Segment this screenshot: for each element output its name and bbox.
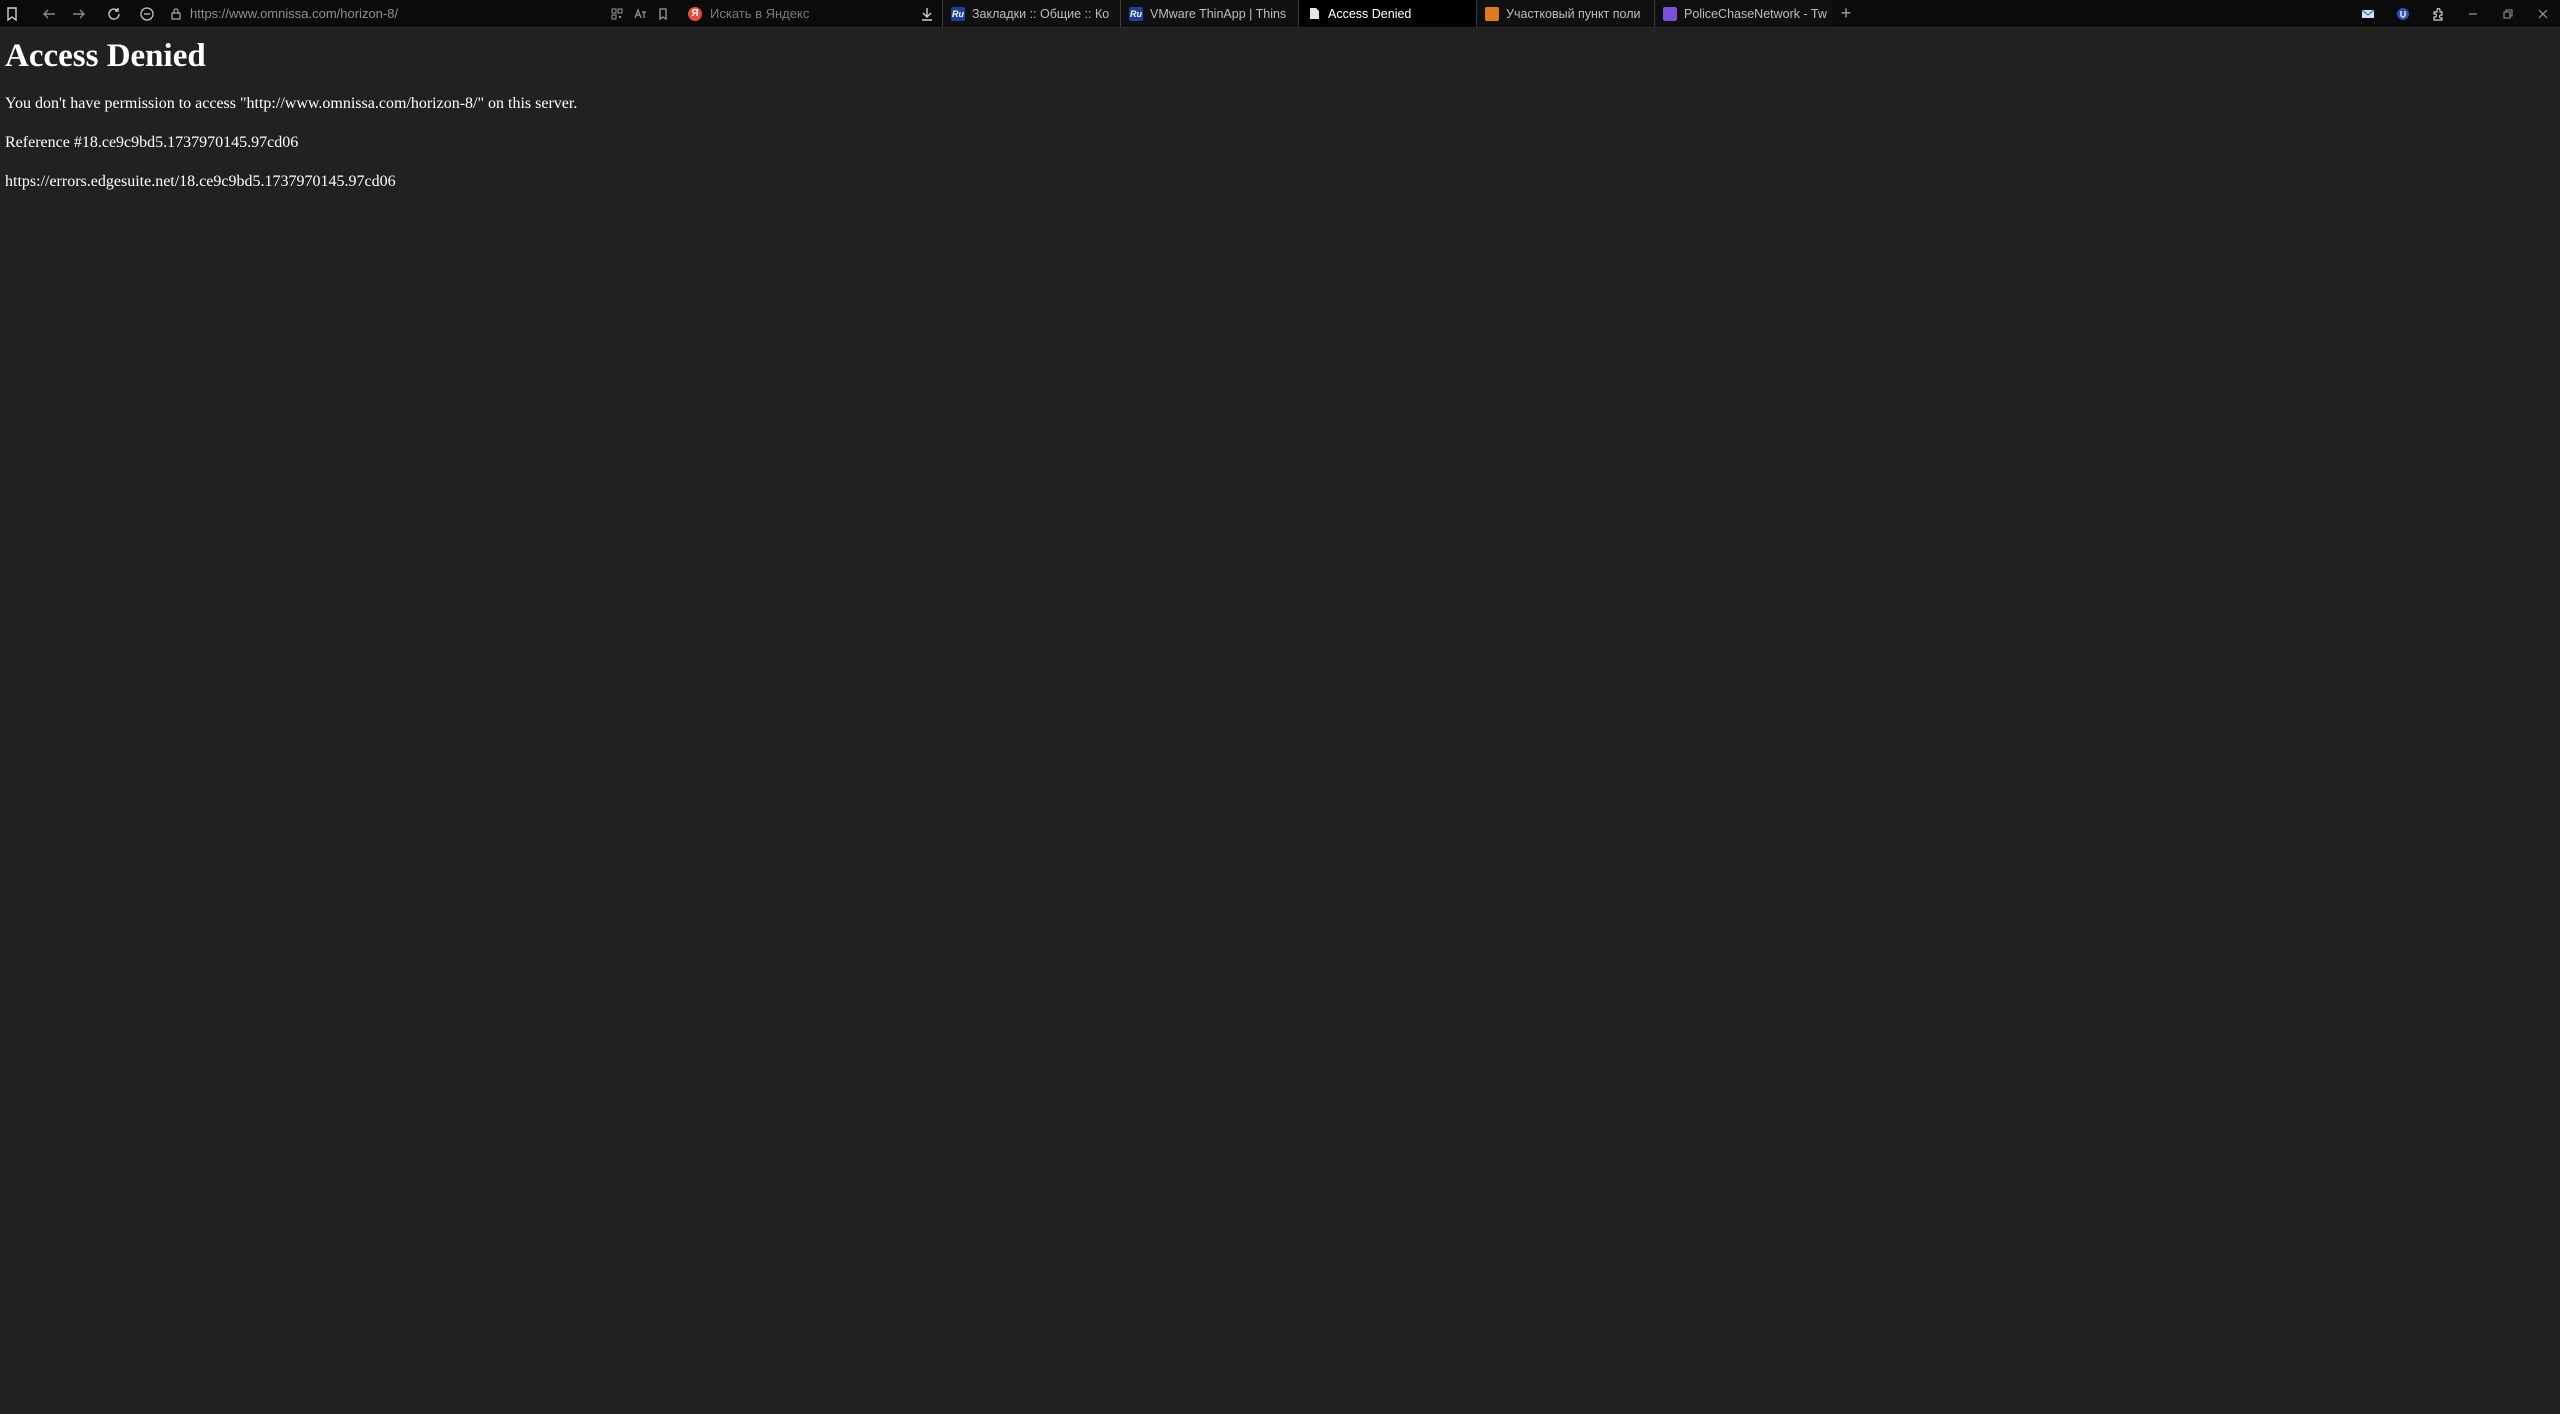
back-icon[interactable] bbox=[34, 0, 64, 27]
twitch-icon bbox=[1663, 6, 1677, 21]
permission-message: You don't have permission to access "htt… bbox=[5, 95, 578, 112]
tab-police-station[interactable]: Участковый пункт поли bbox=[1476, 0, 1654, 27]
tab-bookmarks[interactable]: Ru Закладки :: Общие :: Ко bbox=[942, 0, 1120, 27]
reload-icon[interactable] bbox=[99, 0, 129, 27]
minimize-icon[interactable] bbox=[2455, 0, 2490, 27]
extensions-icon[interactable] bbox=[2420, 0, 2455, 27]
tab-label: PoliceChaseNetwork - Tw bbox=[1684, 6, 1827, 21]
new-tab-button[interactable]: + bbox=[1832, 0, 1860, 27]
bookmark-page-icon[interactable] bbox=[651, 0, 674, 27]
tab-access-denied[interactable]: Access Denied bbox=[1298, 0, 1476, 27]
close-icon[interactable] bbox=[2525, 0, 2560, 27]
search-placeholder[interactable]: Искать в Яндекс bbox=[710, 6, 809, 21]
tab-label: Закладки :: Общие :: Ко bbox=[972, 6, 1110, 21]
address-bar-actions bbox=[605, 0, 674, 27]
tab-label: VMware ThinApp | Thins bbox=[1150, 6, 1287, 21]
vpn-shield-icon[interactable] bbox=[2385, 0, 2420, 27]
translate-icon[interactable] bbox=[628, 0, 651, 27]
search-field[interactable]: Я Искать в Яндекс bbox=[680, 0, 925, 27]
window-controls bbox=[2350, 0, 2560, 27]
tab-strip: Ru Закладки :: Общие :: Ко Ru VMware Thi… bbox=[942, 0, 1860, 27]
site-favicon-icon: Ru bbox=[1129, 6, 1143, 21]
yandex-logo-icon: Я bbox=[688, 6, 702, 21]
tab-policechasenetwork[interactable]: PoliceChaseNetwork - Tw bbox=[1654, 0, 1832, 27]
qr-code-icon[interactable] bbox=[605, 0, 628, 27]
address-bar[interactable]: https://www.omnissa.com/horizon-8/ bbox=[170, 0, 610, 27]
page-title: Access Denied bbox=[5, 38, 206, 74]
page-content: Access Denied You don't have permission … bbox=[5, 28, 2560, 192]
tab-vmware-thinapp[interactable]: Ru VMware ThinApp | Thins bbox=[1120, 0, 1298, 27]
restore-icon[interactable] bbox=[2490, 0, 2525, 27]
url-text[interactable]: https://www.omnissa.com/horizon-8/ bbox=[190, 6, 398, 21]
site-favicon-icon bbox=[1485, 6, 1499, 21]
error-url: https://errors.edgesuite.net/18.ce9c9bd5… bbox=[5, 173, 396, 190]
reference-id: Reference #18.ce9c9bd5.1737970145.97cd06 bbox=[5, 134, 299, 151]
tab-label: Участковый пункт поли bbox=[1506, 6, 1641, 21]
lock-icon[interactable] bbox=[170, 7, 182, 20]
tab-label: Access Denied bbox=[1328, 6, 1412, 21]
protect-shield-icon[interactable] bbox=[132, 0, 162, 27]
site-favicon-icon: Ru bbox=[951, 6, 965, 21]
forward-icon[interactable] bbox=[64, 0, 94, 27]
mail-icon[interactable] bbox=[2350, 0, 2385, 27]
document-icon bbox=[1307, 7, 1321, 21]
downloads-icon[interactable] bbox=[912, 0, 942, 27]
sidebar-bookmark-icon[interactable] bbox=[0, 0, 24, 27]
